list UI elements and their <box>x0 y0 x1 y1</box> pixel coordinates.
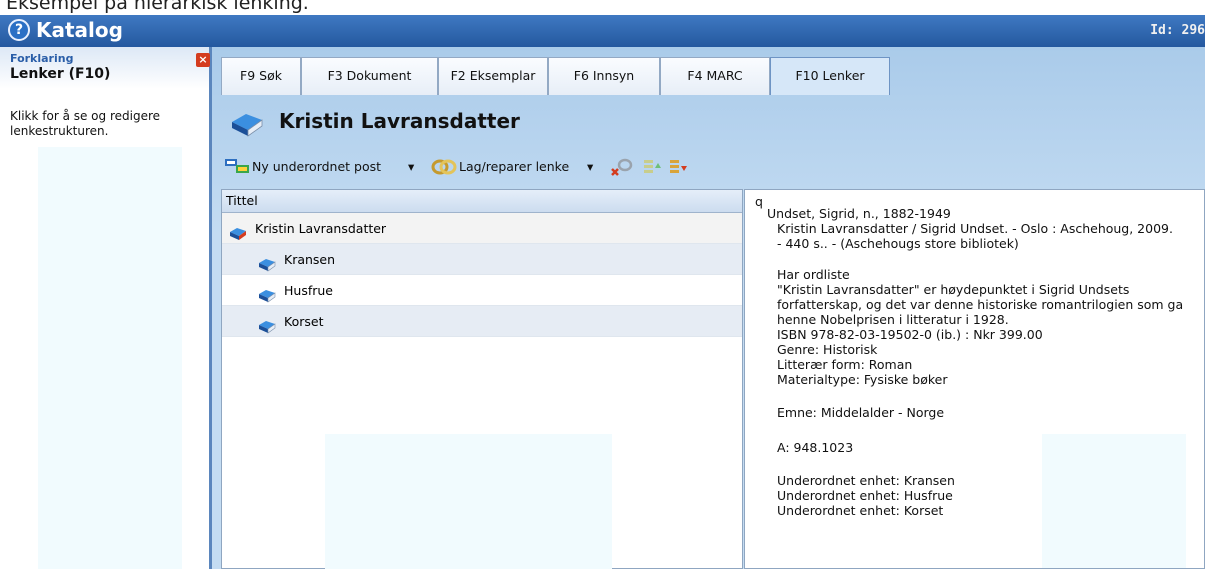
tab-marc[interactable]: F4 MARC <box>660 57 770 95</box>
column-header-label: Tittel <box>226 193 258 208</box>
broken-link-icon <box>609 157 635 184</box>
create-repair-link-button[interactable]: Lag/reparer lenke ▾ <box>431 156 603 178</box>
detail-line: Har ordliste <box>777 267 850 282</box>
link-tree: Tittel Kristin Lavransdatter Kransen Hus… <box>221 189 743 569</box>
tree-highlight-area <box>325 434 612 569</box>
document-title: Kristin Lavransdatter <box>279 109 520 133</box>
new-child-icon <box>224 157 252 182</box>
detail-line: ISBN 978-82-03-19502-0 (ib.) : Nkr 399.0… <box>777 327 1043 342</box>
explanation-category: Forklaring <box>10 52 74 65</box>
detail-line: q <box>755 194 763 209</box>
remove-link-button[interactable] <box>609 156 635 178</box>
document-header: Kristin Lavransdatter <box>212 95 1205 155</box>
detail-line: Litterær form: Roman <box>777 357 913 372</box>
chevron-down-icon: ▾ <box>587 159 594 174</box>
detail-line: Underordnet enhet: Kransen <box>777 473 955 488</box>
details-highlight-area <box>1042 434 1186 568</box>
detail-line: - 440 s.. - (Aschehougs store bibliotek) <box>777 236 1019 251</box>
detail-line: Emne: Middelalder - Norge <box>777 405 945 420</box>
link-toolbar: Ny underordnet post ▾ Lag/reparer lenke … <box>212 152 1205 180</box>
app-titlebar: ? Katalog Id: 296 <box>0 15 1205 47</box>
main-panel: F9 Søk F3 Dokument F2 Eksemplar F6 Innsy… <box>212 47 1205 569</box>
detail-line: "Kristin Lavransdatter" er høydepunktet … <box>777 282 1130 297</box>
chevron-down-icon: ▾ <box>408 159 415 174</box>
link-label: Lag/reparer lenke <box>459 159 570 174</box>
move-up-icon <box>642 157 662 184</box>
app-title: Katalog <box>36 18 123 42</box>
tab-bar: F9 Søk F3 Dokument F2 Eksemplar F6 Innsy… <box>212 47 1205 95</box>
explanation-title: Lenker (F10) <box>10 66 111 82</box>
detail-line: Underordnet enhet: Korset <box>777 503 944 518</box>
new-child-label: Ny underordnet post <box>252 159 382 174</box>
detail-line: A: 948.1023 <box>777 440 854 455</box>
book-icon <box>230 112 264 142</box>
detail-line: Materialtype: Fysiske bøker <box>777 372 948 387</box>
tab-access[interactable]: F6 Innsyn <box>548 57 660 95</box>
panel-highlight-area <box>38 147 182 569</box>
help-icon[interactable]: ? <box>8 19 30 41</box>
book-icon <box>258 314 276 345</box>
detail-line: forfatterskap, og det var denne historis… <box>777 297 1184 312</box>
tab-document[interactable]: F3 Dokument <box>301 57 438 95</box>
record-id: Id: 296 <box>1150 23 1205 38</box>
figure-caption: Eksempel på hierarkisk lenking. <box>6 0 309 14</box>
close-icon[interactable]: × <box>196 53 210 67</box>
detail-line: Kristin Lavransdatter / Sigrid Undset. -… <box>777 221 1173 236</box>
tree-item-label: Husfrue <box>284 283 333 298</box>
chain-link-icon <box>431 157 457 184</box>
explanation-panel: Forklaring Lenker (F10) × Klikk for å se… <box>0 47 212 569</box>
column-header-title[interactable]: Tittel <box>222 190 742 213</box>
move-down-button[interactable] <box>668 156 688 178</box>
detail-line: henne Nobelprisen i litteratur i 1928. <box>777 312 1009 327</box>
move-up-button[interactable] <box>642 156 662 178</box>
tree-row-child[interactable]: Husfrue <box>222 275 742 306</box>
tab-links[interactable]: F10 Lenker <box>770 57 890 95</box>
tab-search[interactable]: F9 Søk <box>221 57 301 95</box>
move-down-icon <box>668 157 688 184</box>
detail-line: Undset, Sigrid, n., 1882-1949 <box>767 206 951 221</box>
new-child-record-button[interactable]: Ny underordnet post ▾ <box>224 156 424 178</box>
record-details: q Undset, Sigrid, n., 1882-1949 Kristin … <box>744 189 1205 569</box>
tree-item-label: Korset <box>284 314 324 329</box>
detail-line: Underordnet enhet: Husfrue <box>777 488 953 503</box>
tree-row-child[interactable]: Korset <box>222 306 742 337</box>
tab-copies[interactable]: F2 Eksemplar <box>438 57 548 95</box>
tree-row-root[interactable]: Kristin Lavransdatter <box>222 213 742 244</box>
explanation-header: Forklaring Lenker (F10) × <box>0 47 210 89</box>
tree-row-child[interactable]: Kransen <box>222 244 742 275</box>
explanation-text: Klikk for å se og redigere lenkestruktur… <box>10 109 161 138</box>
tree-item-label: Kransen <box>284 252 336 267</box>
detail-line: Genre: Historisk <box>777 342 878 357</box>
tree-item-label: Kristin Lavransdatter <box>255 221 387 236</box>
